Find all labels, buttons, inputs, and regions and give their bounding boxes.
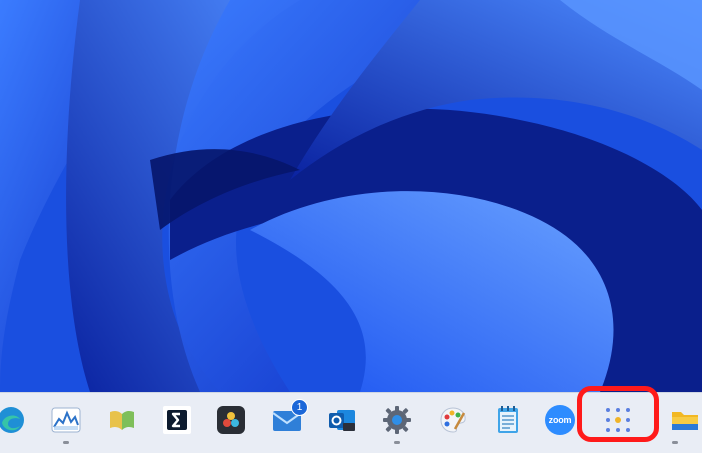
edge-icon [0, 407, 24, 433]
open-book-icon [110, 410, 134, 430]
s-app-taskbar-button[interactable] [160, 403, 194, 437]
folder-icon [672, 412, 698, 430]
notepad-icon [498, 406, 518, 433]
notepad-taskbar-button[interactable] [491, 403, 525, 437]
task-manager-icon [51, 407, 81, 433]
gear-icon [383, 406, 411, 434]
settings-taskbar-button[interactable] [380, 403, 414, 437]
zoom-label: zoom [548, 415, 572, 425]
wallpaper-bloom-graphic [0, 0, 702, 392]
mail-taskbar-button[interactable]: 1 [270, 399, 308, 437]
settings-running-indicator [394, 441, 400, 444]
paint-palette-icon [440, 407, 466, 433]
desktop-wallpaper [0, 0, 702, 392]
mail-unread-badge: 1 [291, 399, 308, 416]
task-manager-running-indicator [63, 441, 69, 444]
edge-taskbar-button[interactable] [0, 403, 28, 437]
highlight-annotation-box [577, 386, 659, 442]
file-explorer-running-indicator [672, 441, 678, 444]
zoom-taskbar-button[interactable]: zoom [543, 403, 577, 437]
davinci-resolve-icon [217, 406, 245, 434]
task-manager-taskbar-button[interactable] [49, 403, 83, 437]
outlook-icon [329, 410, 355, 431]
s-logo-icon [163, 406, 191, 434]
book-app-taskbar-button[interactable] [105, 403, 139, 437]
paint-taskbar-button[interactable] [436, 403, 470, 437]
zoom-icon: zoom [545, 405, 575, 435]
davinci-resolve-taskbar-button[interactable] [214, 403, 248, 437]
outlook-taskbar-button[interactable] [325, 403, 359, 437]
file-explorer-taskbar-button[interactable] [668, 403, 702, 437]
